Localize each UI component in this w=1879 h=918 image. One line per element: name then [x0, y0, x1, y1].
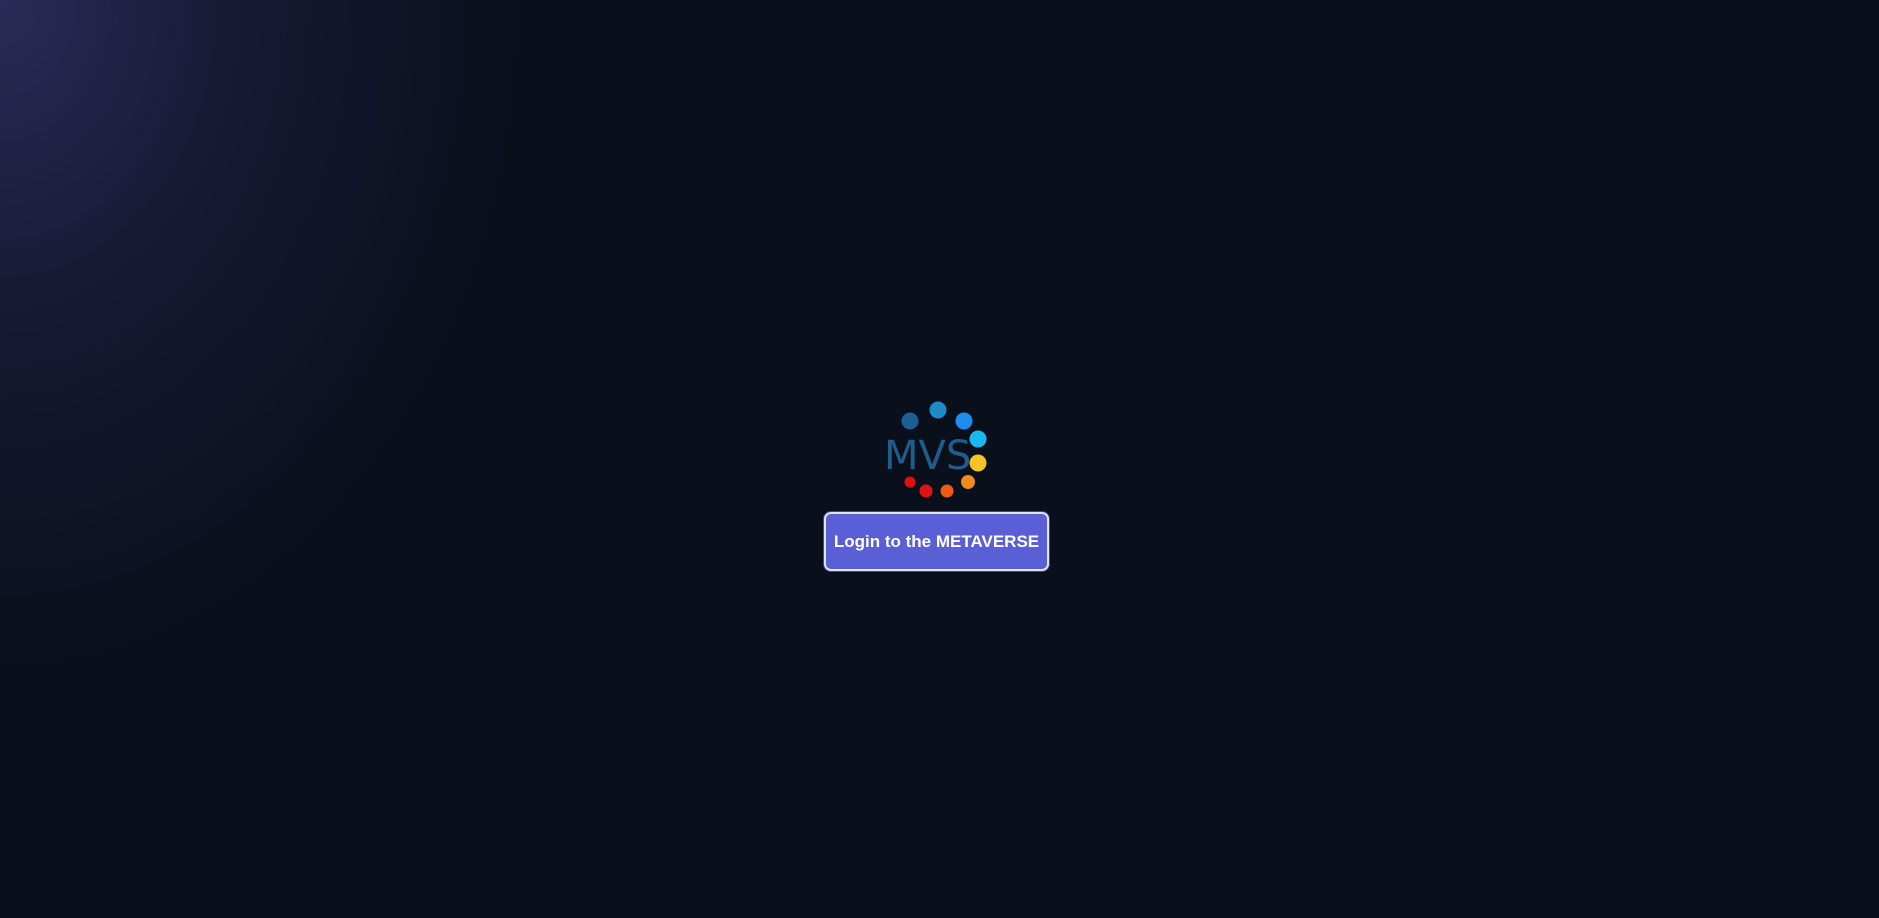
logo-dot [955, 412, 973, 430]
mvs-logo: MVS [880, 397, 992, 501]
logo-dot [969, 430, 987, 448]
logo-text: MVS [884, 433, 971, 479]
logo-dot [929, 401, 947, 419]
logo-dot [969, 454, 987, 472]
login-screen: MVS Login to the METAVERSE [0, 0, 1879, 918]
logo-dot [919, 484, 933, 498]
logo-dot [940, 484, 954, 498]
login-button[interactable]: Login to the METAVERSE [824, 512, 1049, 571]
logo-dot [901, 412, 919, 430]
mvs-logo-icon: MVS [884, 401, 987, 498]
